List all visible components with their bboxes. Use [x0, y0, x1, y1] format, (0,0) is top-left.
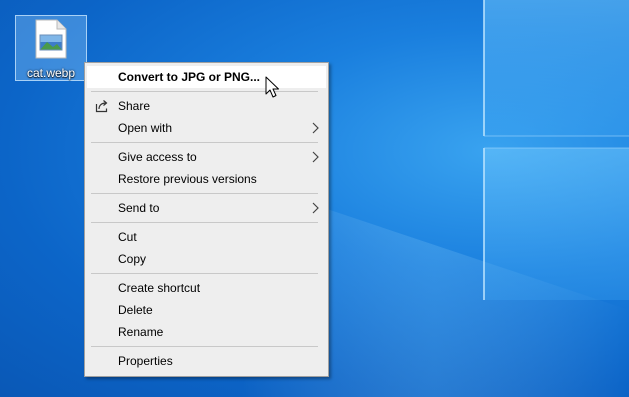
menu-item-convert[interactable]: Convert to JPG or PNG... [87, 66, 326, 88]
menu-item-send-to[interactable]: Send to [87, 197, 326, 219]
menu-item-label: Create shortcut [118, 281, 201, 295]
menu-item-share[interactable]: Share [87, 95, 326, 117]
menu-item-label: Convert to JPG or PNG... [118, 70, 261, 84]
file-name-label: cat.webp [26, 66, 76, 80]
menu-item-create-shortcut[interactable]: Create shortcut [87, 277, 326, 299]
menu-item-label: Copy [118, 252, 147, 266]
context-menu: Convert to JPG or PNG... Share Open with… [84, 62, 329, 377]
mouse-pointer-icon [265, 76, 279, 98]
menu-item-copy[interactable]: Copy [87, 248, 326, 270]
menu-separator [91, 222, 318, 223]
chevron-right-icon [312, 202, 319, 214]
share-icon [95, 100, 108, 113]
menu-separator [91, 193, 318, 194]
menu-item-label: Share [118, 99, 151, 113]
menu-item-label: Properties [118, 354, 173, 368]
menu-item-delete[interactable]: Delete [87, 299, 326, 321]
menu-item-label: Send to [118, 201, 160, 215]
chevron-right-icon [312, 151, 319, 163]
chevron-right-icon [312, 122, 319, 134]
image-file-icon [35, 19, 67, 59]
desktop-background[interactable]: cat.webp Convert to JPG or PNG... Share … [0, 0, 629, 397]
menu-item-label: Delete [118, 303, 153, 317]
menu-item-properties[interactable]: Properties [87, 350, 326, 372]
menu-item-give-access[interactable]: Give access to [87, 146, 326, 168]
menu-item-label: Open with [118, 121, 173, 135]
menu-item-cut[interactable]: Cut [87, 226, 326, 248]
menu-item-label: Restore previous versions [118, 172, 257, 186]
menu-item-label: Give access to [118, 150, 197, 164]
menu-separator [91, 142, 318, 143]
desktop-file-icon[interactable]: cat.webp [15, 15, 87, 81]
menu-item-rename[interactable]: Rename [87, 321, 326, 343]
menu-item-open-with[interactable]: Open with [87, 117, 326, 139]
menu-item-restore-previous-versions[interactable]: Restore previous versions [87, 168, 326, 190]
menu-separator [91, 91, 318, 92]
menu-separator [91, 273, 318, 274]
menu-separator [91, 346, 318, 347]
menu-item-label: Cut [118, 230, 137, 244]
menu-item-label: Rename [118, 325, 164, 339]
